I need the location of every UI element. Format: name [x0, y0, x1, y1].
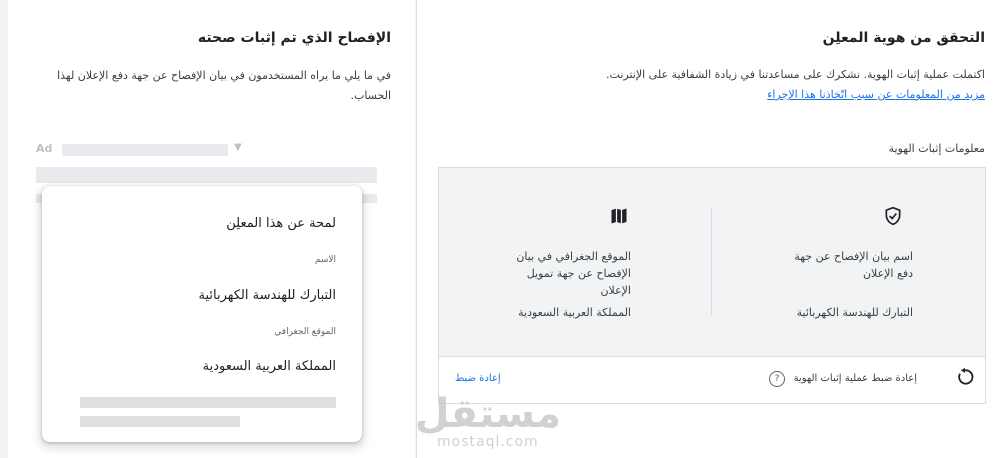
- card-divider: [711, 208, 712, 316]
- reset-verification-label: إعادة ضبط عملية إثبات الهوية: [793, 373, 917, 384]
- ad-placeholder-bar: [62, 144, 228, 156]
- map-icon: [609, 206, 629, 230]
- reset-link[interactable]: إعادة ضبط: [455, 373, 501, 384]
- verification-description: اكتملت عملية إثبات الهوية. نشكرك على مسا…: [606, 68, 985, 81]
- verified-shield-icon: [883, 206, 903, 230]
- disclosure-title: الإفصاح الذي تم إثبات صحته: [197, 30, 391, 46]
- popup-name-value: التبارك للهندسة الكهربائية: [198, 288, 336, 303]
- popup-location-value: المملكة العربية السعودية: [202, 359, 336, 374]
- popup-placeholder-line: [80, 416, 240, 427]
- caret-down-icon: ▼: [234, 142, 242, 153]
- ad-label: Ad: [36, 142, 53, 155]
- advertiser-info-popup: لمحة عن هذا المعلِن الاسم التبارك للهندس…: [42, 186, 362, 442]
- help-icon[interactable]: ?: [769, 371, 785, 387]
- location-value: المملكة العربية السعودية: [518, 306, 631, 319]
- popup-name-label: الاسم: [314, 255, 336, 265]
- verification-section-label: معلومات إثبات الهوية: [888, 142, 985, 155]
- popup-location-label: الموقع الجغرافي: [274, 327, 336, 337]
- watermark-logo: مستقل mostaql.com: [415, 394, 561, 450]
- name-column: اسم بيان الإفصاح عن جهة دفع الإعلان التب…: [713, 168, 985, 356]
- watermark-arabic: مستقل: [414, 391, 561, 437]
- name-label: اسم بيان الإفصاح عن جهة دفع الإعلان: [794, 250, 913, 280]
- ad-placeholder-line: [36, 167, 377, 183]
- location-label: الموقع الجغرافي في بيان الإفصاح عن جهة ت…: [516, 250, 631, 297]
- location-column: الموقع الجغرافي في بيان الإفصاح عن جهة ت…: [439, 168, 711, 356]
- learn-more-link[interactable]: مزيد من المعلومات عن سبب اتّخاذنا هذا ال…: [767, 88, 985, 101]
- reset-icon[interactable]: [921, 367, 974, 391]
- popup-placeholder-line: [80, 397, 336, 408]
- verification-info-card: اسم بيان الإفصاح عن جهة دفع الإعلان التب…: [438, 167, 986, 404]
- verification-title: التحقق من هوية المعلِن: [822, 30, 985, 46]
- name-value: التبارك للهندسة الكهربائية: [796, 306, 913, 319]
- popup-title: لمحة عن هذا المعلِن: [226, 216, 336, 231]
- disclosure-description: في ما يلي ما يراه المستخدمون في بيان الإ…: [57, 69, 391, 102]
- card-body: اسم بيان الإفصاح عن جهة دفع الإعلان التب…: [439, 168, 985, 356]
